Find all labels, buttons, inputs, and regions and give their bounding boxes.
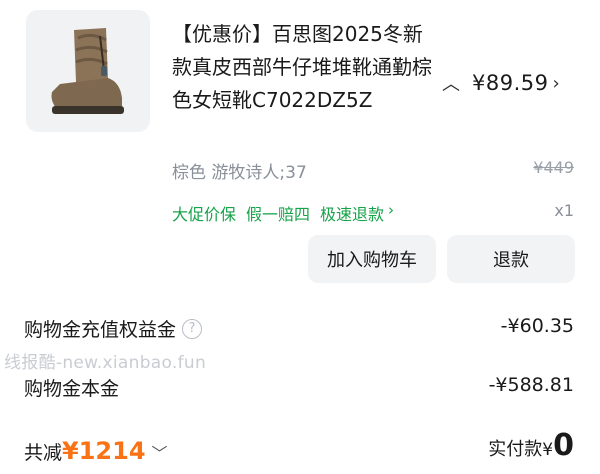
chevron-up-icon: ︿ (442, 74, 460, 95)
product-title[interactable]: 【优惠价】百思图2025冬新款真皮西部牛仔堆堆靴通勤棕色女短靴C7022DZ5Z (172, 18, 432, 117)
actual-payment: 实付款 ¥ 0 (488, 428, 574, 463)
add-to-cart-button[interactable]: 加入购物车 (308, 235, 436, 283)
service-guarantees[interactable]: 大促价保 假一赔四 极速退款 › (172, 201, 394, 225)
service-price-protect: 大促价保 (172, 205, 237, 224)
total-discount[interactable]: 共减 ¥1214 ﹀ (24, 437, 168, 465)
service-fake-compensation: 假一赔四 (246, 205, 311, 224)
discount-label: 共减 (24, 442, 63, 464)
price-row[interactable]: ︿ ¥89.59 › (442, 66, 560, 100)
service-fast-refund: 极速退款 (320, 205, 385, 224)
paid-amount: 0 (553, 428, 574, 463)
unit-price: ¥89.59 (472, 71, 549, 95)
paid-currency: ¥ (542, 440, 554, 460)
chevron-right-icon: › (552, 72, 560, 94)
bonus-label-text: 购物金充值权益金 (24, 319, 177, 341)
product-thumbnail[interactable] (26, 10, 150, 132)
help-icon[interactable]: ? (182, 318, 203, 339)
quantity: x1 (554, 201, 574, 220)
summary-value-principal: -¥588.81 (488, 374, 574, 396)
product-variant: 棕色 游牧诗人;37 (172, 163, 307, 183)
discount-amount: ¥1214 (62, 437, 146, 465)
summary-value-bonus: -¥60.35 (500, 315, 574, 337)
summary-label-principal: 购物金本金 (24, 374, 119, 401)
summary-label-bonus: 购物金充值权益金 ? (24, 315, 203, 342)
chevron-down-icon: ﹀ (151, 444, 168, 463)
principal-label-text: 购物金本金 (24, 378, 120, 400)
boot-image (51, 28, 124, 114)
paid-label: 实付款 (488, 439, 543, 460)
watermark: 线报酷-new.xianbao.fun (4, 353, 207, 373)
refund-button[interactable]: 退款 (447, 235, 575, 283)
chevron-right-icon: › (388, 201, 395, 219)
original-price: ¥449 (533, 158, 574, 177)
